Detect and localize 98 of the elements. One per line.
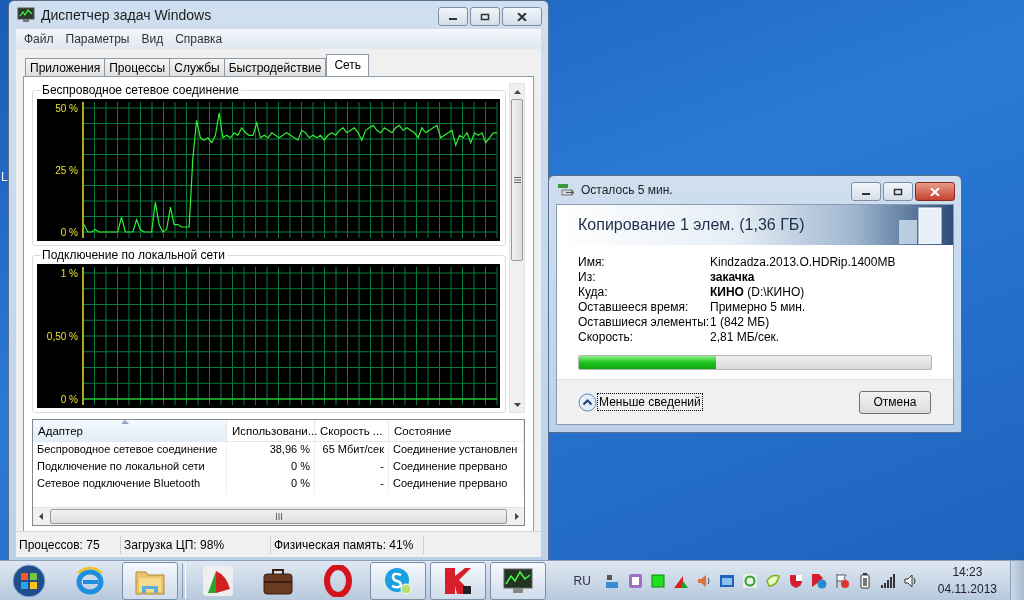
detail-value: КИНО (D:\КИНО)	[710, 285, 806, 300]
desktop-icon-label: L	[1, 170, 8, 184]
detail-value: 2,81 МБ/сек.	[710, 330, 781, 345]
graph-title: Подключение по локальной сети	[41, 248, 226, 262]
window-title: Осталось 5 мин.	[581, 183, 674, 197]
language-indicator[interactable]: RU	[573, 574, 591, 588]
scroll-up-icon[interactable]	[513, 89, 521, 94]
graph-title: Беспроводное сетевое соединение	[41, 83, 240, 97]
column-header[interactable]: Адаптер	[33, 420, 227, 442]
dialog-heading: Копирование 1 элем. (1,36 ГБ)	[578, 216, 805, 234]
scroll-down-icon[interactable]	[513, 402, 521, 407]
status-text: Загрузка ЦП: 98%	[121, 535, 271, 554]
table-cell: -	[315, 459, 389, 476]
minimize-button[interactable]	[438, 7, 468, 26]
tick-label: 25 %	[55, 164, 78, 176]
detail-value: закачка	[710, 270, 756, 285]
detail-label: Скорость:	[578, 330, 635, 345]
grip-icon	[513, 177, 521, 183]
tab[interactable]: Службы	[169, 58, 225, 76]
monitor-icon	[502, 566, 534, 596]
oval-ring-icon	[324, 565, 352, 597]
taskbar-button[interactable]	[430, 562, 486, 600]
clock-time: 14:23	[952, 564, 983, 581]
table-cell: Сетевое подключение Bluetooth	[33, 476, 227, 493]
scroll-thumb[interactable]	[511, 99, 523, 261]
menu-item[interactable]: Параметры	[59, 32, 136, 46]
detail-label: Оставшееся время:	[578, 300, 690, 315]
table-cell: 65 Мбит/сек	[315, 442, 389, 459]
table-cell: Соединение прервано	[389, 459, 524, 476]
flag-icon[interactable]	[833, 573, 850, 589]
shield-icon[interactable]	[787, 573, 804, 589]
detail-label: Оставшиеся элементы:	[578, 315, 710, 330]
monitor-icon	[17, 7, 35, 23]
maximize-icon	[893, 187, 903, 196]
taskbar-button[interactable]	[490, 562, 546, 600]
detail-label: Куда:	[578, 285, 609, 300]
tick-label: 0,50 %	[46, 330, 78, 342]
globe-letter-icon	[74, 565, 106, 597]
sort-caret-icon	[121, 420, 129, 424]
tick-label: 1 %	[60, 267, 78, 279]
tick-label: 50 %	[55, 102, 78, 114]
maximize-button[interactable]	[883, 182, 913, 201]
close-icon	[930, 187, 940, 196]
tab[interactable]: Сеть	[326, 54, 370, 76]
scroll-right-icon[interactable]	[514, 513, 519, 520]
window-title: Диспетчер задач Windows	[41, 7, 213, 23]
status-text: Процессов: 75	[16, 535, 121, 554]
minimize-button[interactable]	[851, 182, 881, 201]
detail-value: 1 (842 МБ)	[710, 315, 771, 330]
table-cell: Соединение прервано	[389, 476, 524, 493]
table-cell: Подключение по локальной сети	[33, 459, 227, 476]
speaker-icon[interactable]	[695, 573, 712, 589]
menu-item[interactable]: Файл	[18, 32, 60, 46]
maximize-icon	[480, 12, 490, 21]
speech-circle-icon	[383, 566, 413, 596]
table-cell: Беспроводное сетевое соединение	[33, 442, 227, 459]
column-header[interactable]: Использовани...	[227, 420, 315, 442]
suitcase-icon	[262, 566, 294, 596]
tick-label: 0 %	[60, 393, 78, 405]
grip-icon	[275, 513, 282, 520]
close-button[interactable]	[915, 182, 955, 201]
close-button[interactable]	[502, 7, 542, 26]
table-cell: 38,96 %	[227, 442, 315, 459]
close-icon	[517, 12, 527, 21]
maximize-button[interactable]	[470, 7, 500, 26]
menu-item[interactable]: Вид	[135, 32, 170, 46]
volume-icon[interactable]	[902, 573, 919, 589]
collapse-icon	[578, 392, 597, 412]
table-cell: 0 %	[227, 476, 315, 493]
emblem-icon	[443, 566, 473, 596]
vertical-scrollbar[interactable]	[509, 83, 525, 413]
cancel-button[interactable]: Отмена	[859, 390, 931, 414]
detail-value: Kindzadza.2013.O.HDRip.1400MB	[710, 255, 897, 270]
less-details-button[interactable]: Меньше сведений	[578, 392, 702, 412]
detail-value: Примерно 5 мин.	[710, 300, 807, 315]
status-text: Физическая память: 41%	[271, 535, 425, 554]
clock-date: 04.11.2013	[937, 581, 997, 598]
fan-chart-icon	[202, 565, 234, 597]
tab[interactable]: Быстродействие	[223, 58, 327, 76]
table-cell: 0 %	[227, 459, 315, 476]
signal-icon[interactable]	[879, 573, 896, 589]
column-header[interactable]: Скорость ...	[315, 420, 389, 442]
window-icon[interactable]	[718, 573, 735, 589]
clock[interactable]: 14:23 04.11.2013	[937, 564, 997, 598]
column-header[interactable]: Состояние	[389, 420, 524, 442]
file-transfer-icon	[557, 183, 575, 197]
tab[interactable]: Приложения	[25, 58, 106, 76]
horizontal-scrollbar[interactable]	[33, 507, 524, 525]
detail-label: Имя:	[578, 255, 606, 270]
tick-label: 0 %	[60, 226, 78, 238]
scroll-left-icon[interactable]	[38, 513, 43, 520]
detail-label: Из:	[578, 270, 597, 285]
scroll-thumb[interactable]	[50, 509, 507, 524]
table-cell: Соединение установлен	[389, 442, 524, 459]
tab[interactable]: Процессы	[104, 58, 171, 76]
windows-orb-icon	[11, 563, 47, 599]
table-cell: -	[315, 476, 389, 493]
menu-item[interactable]: Справка	[169, 32, 229, 46]
